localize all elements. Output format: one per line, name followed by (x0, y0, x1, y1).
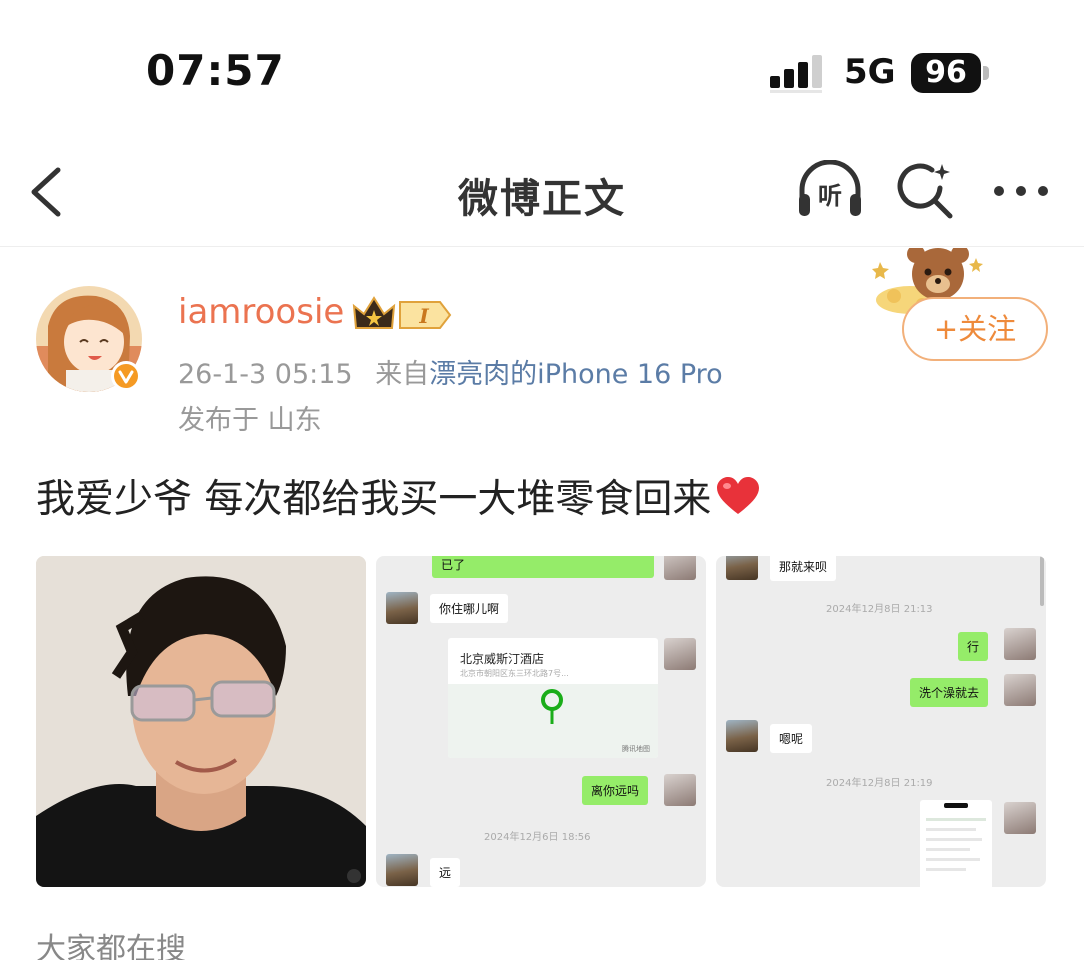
more-icon[interactable] (990, 176, 1052, 206)
chat-avatar-other (726, 556, 758, 580)
post-text-content: 我爱少爷 每次都给我买一大堆零食回来 (36, 477, 712, 522)
battery-indicator: 96 (911, 53, 981, 93)
post-location: 发布于 山东 (178, 405, 322, 436)
avatar[interactable] (36, 286, 142, 392)
screenshot-thumbnail (920, 800, 992, 887)
location-card: 北京威斯汀酒店 北京市朝阳区东三环北路7号... 腾讯地图 (448, 638, 658, 758)
selfie-photo (36, 556, 366, 887)
chat-timestamp: 2024年12月8日 21:19 (826, 778, 933, 789)
username[interactable]: iamroosie (178, 292, 344, 332)
search-icon[interactable] (896, 160, 956, 220)
map-source: 腾讯地图 (622, 745, 650, 753)
chat-avatar-me (664, 638, 696, 670)
post-meta: 26-1-3 05:15 来自漂亮肉的iPhone 16 Pro (178, 352, 723, 391)
location-name: 北京威斯汀酒店 (460, 652, 545, 666)
heart-icon (717, 477, 760, 514)
scrollbar (1040, 556, 1044, 606)
chat-avatar-me (664, 774, 696, 806)
badge-level: I (418, 304, 429, 328)
location-address: 北京市朝阳区东三环北路7号... (460, 669, 569, 678)
chat-bubble-other: 嗯呢 (770, 724, 813, 753)
chat-timestamp: 2024年12月6日 18:56 (484, 832, 591, 843)
status-time: 07:57 (146, 46, 285, 95)
listen-label: 听 (818, 182, 842, 210)
chat-avatar-me (1004, 628, 1036, 660)
chat-avatar-other (386, 592, 418, 624)
chat-bubble-me: 离你远吗 (582, 776, 649, 805)
chat-timestamp: 2024年12月8日 21:13 (826, 604, 933, 615)
post-text: 我爱少爷 每次都给我买一大堆零食回来 (36, 468, 761, 524)
nav-divider (0, 246, 1084, 247)
chat-bubble-other: 那就来呗 (770, 556, 837, 581)
weibo-post-screen: 07:57 5G 96 微博正文 听 iamroosie I 26-1-3 05… (0, 0, 1084, 960)
chat-avatar-me (1004, 674, 1036, 706)
chat-avatar-me (664, 556, 696, 580)
location-map: 腾讯地图 (448, 684, 658, 758)
source-prefix: 来自 (375, 359, 430, 390)
battery-tip (983, 66, 989, 80)
chat-bubble-other: 远 (430, 858, 461, 887)
chat-bubble-me: 已了 (432, 556, 654, 578)
crown-badge-icon[interactable]: I (352, 294, 452, 336)
post-image-3[interactable]: 那就来呗 2024年12月8日 21:13 行 洗个澡就去 嗯呢 2024年12… (716, 556, 1046, 887)
post-image-2[interactable]: 已了 你住哪儿啊 北京威斯汀酒店 北京市朝阳区东三环北路7号... 腾讯地图 离… (376, 556, 706, 887)
chat-avatar-other (726, 720, 758, 752)
post-image-1[interactable] (36, 556, 366, 887)
follow-button[interactable]: +关注 (902, 297, 1048, 361)
signal-icon (770, 55, 822, 93)
chat-bubble-me: 洗个澡就去 (910, 678, 989, 707)
chat-bubble-me: 行 (958, 632, 989, 661)
screenshot-lines-icon (926, 803, 986, 871)
chat-avatar-me (1004, 802, 1036, 834)
trending-search-title: 大家都在搜 (36, 932, 186, 960)
source-device-link[interactable]: 漂亮肉的iPhone 16 Pro (429, 359, 723, 390)
chat-avatar-other (386, 854, 418, 886)
post-time: 26-1-3 05:15 (178, 359, 353, 390)
network-type: 5G (844, 52, 896, 92)
chat-bubble-other: 你住哪儿啊 (430, 594, 509, 623)
listen-icon[interactable]: 听 (796, 160, 864, 222)
